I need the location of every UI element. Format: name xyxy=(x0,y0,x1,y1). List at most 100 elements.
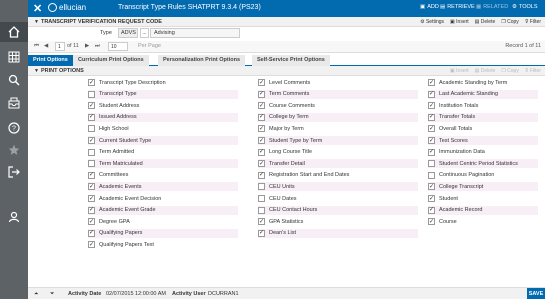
tools-button[interactable]: ⚙ TOOLS xyxy=(512,4,537,10)
insert-button[interactable]: ▣ Insert xyxy=(450,68,469,74)
first-page-icon[interactable]: ⏮ xyxy=(34,43,39,50)
collapse-icon[interactable]: ▼ xyxy=(34,19,39,25)
user-icon[interactable] xyxy=(0,207,28,227)
copy-label: Copy xyxy=(507,68,519,74)
print-option-label: Registration Start and End Dates xyxy=(269,172,350,179)
retrieve-button[interactable]: ▤ RETRIEVE xyxy=(440,4,475,10)
print-option-checkbox[interactable]: ✓ xyxy=(258,171,265,179)
insert-button[interactable]: ▣ Insert xyxy=(450,19,469,25)
print-option-checkbox[interactable]: ✓ xyxy=(88,79,95,86)
print-option-checkbox[interactable]: ✓ xyxy=(258,160,265,168)
print-option-checkbox[interactable]: ✓ xyxy=(428,90,435,98)
print-option-checkbox[interactable] xyxy=(258,195,265,202)
delete-button[interactable]: ▤ Delete xyxy=(475,19,496,25)
delete-button[interactable]: ▤ Delete xyxy=(475,68,496,74)
type-description: Advising xyxy=(150,28,240,38)
print-option-checkbox[interactable]: ✓ xyxy=(258,102,265,110)
print-option-checkbox[interactable]: ✓ xyxy=(428,113,435,121)
tab-curriculum-print-options[interactable]: Curriculum Print Options xyxy=(73,55,149,66)
print-option-checkbox[interactable]: ✓ xyxy=(258,79,265,86)
print-option-row: CEU Units xyxy=(258,182,418,192)
filter-label: Filter xyxy=(529,68,541,74)
tab-personalization-print-options[interactable]: Personalization Print Options xyxy=(158,55,246,66)
print-option-checkbox[interactable]: ✓ xyxy=(258,137,265,144)
print-option-checkbox[interactable] xyxy=(258,183,265,191)
type-lookup-button[interactable]: ... xyxy=(140,28,149,38)
print-option-checkbox[interactable]: ✓ xyxy=(258,148,265,156)
type-field[interactable]: ADVS xyxy=(118,28,138,38)
print-option-checkbox[interactable] xyxy=(88,90,95,98)
star-icon[interactable] xyxy=(0,140,28,160)
print-option-checkbox[interactable]: ✓ xyxy=(428,125,435,133)
print-option-checkbox[interactable]: ✓ xyxy=(88,229,95,237)
print-option-label: College Transcript xyxy=(439,183,484,190)
print-option-checkbox[interactable] xyxy=(428,160,435,168)
print-option-checkbox[interactable]: ✓ xyxy=(258,90,265,98)
print-option-checkbox[interactable]: ✓ xyxy=(88,218,95,226)
print-option-row: ✓ Academic Events xyxy=(88,182,238,192)
print-option-checkbox[interactable]: ✓ xyxy=(428,79,435,86)
next-page-icon[interactable]: ▶ xyxy=(85,43,89,49)
print-option-checkbox[interactable]: ✓ xyxy=(258,125,265,133)
print-option-row: ✓ Student xyxy=(428,194,538,203)
last-page-icon[interactable]: ⏭ xyxy=(95,43,100,50)
print-option-checkbox[interactable]: ✓ xyxy=(428,195,435,202)
signout-icon[interactable] xyxy=(0,162,28,182)
tab-print-options[interactable]: Print Options xyxy=(28,55,73,66)
print-option-checkbox[interactable]: ✓ xyxy=(428,183,435,191)
print-option-checkbox[interactable]: ✓ xyxy=(88,206,95,214)
print-option-checkbox[interactable] xyxy=(258,206,265,214)
close-icon[interactable]: ✕ xyxy=(33,2,42,15)
print-option-checkbox[interactable]: ✓ xyxy=(88,241,95,249)
print-option-checkbox[interactable]: ✓ xyxy=(88,102,95,110)
print-option-row: ✓ Academic Record xyxy=(428,205,538,215)
settings-button[interactable]: ⚙ Settings xyxy=(420,19,444,25)
print-option-checkbox[interactable] xyxy=(88,125,95,133)
print-option-checkbox[interactable] xyxy=(88,148,95,156)
search-icon[interactable] xyxy=(0,70,28,90)
add-button[interactable]: ▣ ADD xyxy=(420,4,439,10)
collapse-icon[interactable]: ▼ xyxy=(34,68,39,74)
copy-button[interactable]: ❐ Copy xyxy=(501,19,519,25)
print-option-checkbox[interactable] xyxy=(428,171,435,179)
print-option-checkbox[interactable]: ✓ xyxy=(258,218,265,226)
page-count: of 11 xyxy=(67,43,79,49)
print-option-label: Issued Address xyxy=(99,114,137,121)
home-icon[interactable] xyxy=(0,22,28,42)
help-icon[interactable]: ? xyxy=(0,118,28,138)
expand-footer-icon[interactable]: ⏷ xyxy=(50,291,54,298)
related-button[interactable]: ▦ RELATED xyxy=(476,4,508,10)
filter-button[interactable]: ⊽ Filter xyxy=(525,19,541,25)
print-option-label: Academic Event Decision xyxy=(99,195,162,202)
tab-self-service-print-options[interactable]: Self-Service Print Options xyxy=(252,55,330,66)
grid-icon[interactable] xyxy=(0,47,28,67)
print-options-header: ▼ PRINT OPTIONS ▣ Insert ▤ Delete ❐ Copy … xyxy=(28,66,545,76)
print-option-label: Term Admitted xyxy=(99,149,135,156)
print-option-checkbox[interactable]: ✓ xyxy=(88,171,95,179)
print-option-checkbox[interactable]: ✓ xyxy=(428,137,435,144)
print-option-checkbox[interactable]: ✓ xyxy=(428,148,435,156)
print-option-checkbox[interactable]: ✓ xyxy=(88,113,95,121)
inbox-icon[interactable] xyxy=(0,93,28,113)
print-option-checkbox[interactable]: ✓ xyxy=(258,229,265,237)
print-option-checkbox[interactable]: ✓ xyxy=(258,113,265,121)
print-option-checkbox[interactable]: ✓ xyxy=(428,102,435,110)
copy-button[interactable]: ❐ Copy xyxy=(501,68,519,74)
print-option-checkbox[interactable] xyxy=(88,160,95,168)
filter-button[interactable]: ⊽ Filter xyxy=(525,68,541,74)
page-input[interactable]: 1 xyxy=(55,42,65,51)
save-button[interactable]: SAVE xyxy=(527,288,545,299)
print-option-row: ✓ Committees xyxy=(88,171,238,180)
print-option-checkbox[interactable]: ✓ xyxy=(428,218,435,226)
print-option-checkbox[interactable]: ✓ xyxy=(88,137,95,144)
print-option-checkbox[interactable]: ✓ xyxy=(88,195,95,202)
print-option-checkbox[interactable]: ✓ xyxy=(88,183,95,191)
print-option-label: Student Type by Term xyxy=(269,137,323,144)
print-option-label: High School xyxy=(99,125,129,132)
per-page-select[interactable]: 10 xyxy=(108,42,128,51)
print-option-row: Continuous Pagination xyxy=(428,171,538,180)
collapse-footer-icon[interactable]: ⏶ xyxy=(34,291,38,298)
print-option-label: Student xyxy=(439,195,458,202)
prev-page-icon[interactable]: ◀ xyxy=(44,43,48,49)
print-option-checkbox[interactable]: ✓ xyxy=(428,206,435,214)
